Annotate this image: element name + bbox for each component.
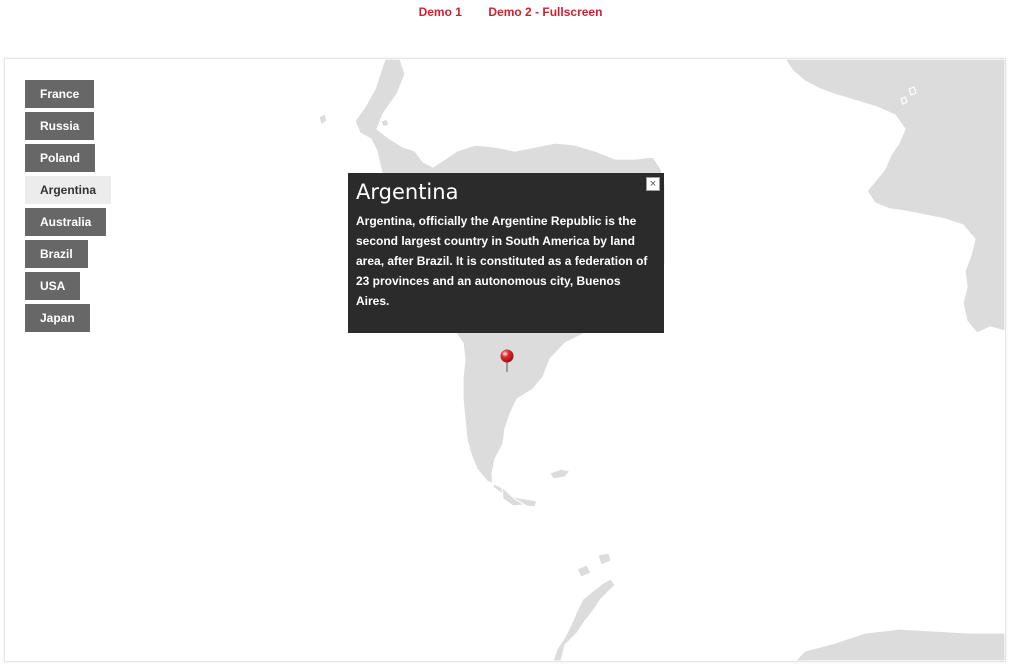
country-button-usa[interactable]: USA [25,272,81,300]
top-nav: Demo 1 Demo 2 - Fullscreen [0,0,1021,30]
land-caribbean-2 [380,118,390,128]
nav-link-demo-1[interactable]: Demo 1 [419,5,462,19]
country-item-russia: Russia [25,112,111,140]
country-button-argentina[interactable]: Argentina [25,176,112,204]
country-item-brazil: Brazil [25,240,111,268]
land-caribbean [318,113,328,126]
country-item-argentina: Argentina [25,176,112,204]
country-list: France Russia Poland Argentina Australia… [25,80,112,336]
country-button-poland[interactable]: Poland [25,144,96,172]
world-map[interactable]: France Russia Poland Argentina Australia… [4,58,1006,662]
close-icon[interactable]: × [646,177,660,191]
land-falklands [549,468,571,480]
land-cape-verde [908,86,917,96]
nav-link-demo-2-fullscreen[interactable]: Demo 2 - Fullscreen [488,5,602,19]
land-antarctica-east [794,628,1005,661]
country-button-japan[interactable]: Japan [25,304,90,332]
country-item-usa: USA [25,272,111,300]
popup-description: Argentina, officially the Argentine Repu… [356,214,648,308]
popup-title: Argentina [356,180,459,204]
country-button-russia[interactable]: Russia [25,112,95,140]
country-button-brazil[interactable]: Brazil [25,240,88,268]
land-antarctica-west [552,578,616,661]
info-popup: × Argentina Argentina, officially the Ar… [348,173,664,333]
map-pin-icon[interactable] [499,349,515,373]
land-antarctic-island [597,552,612,566]
country-button-france[interactable]: France [25,80,95,108]
country-item-france: France [25,80,111,108]
land-antarctic-island-2 [576,564,592,578]
country-item-japan: Japan [25,304,111,332]
country-item-poland: Poland [25,144,111,172]
land-africa [784,59,1005,334]
country-button-australia[interactable]: Australia [25,208,107,236]
country-item-australia: Australia [25,208,111,236]
